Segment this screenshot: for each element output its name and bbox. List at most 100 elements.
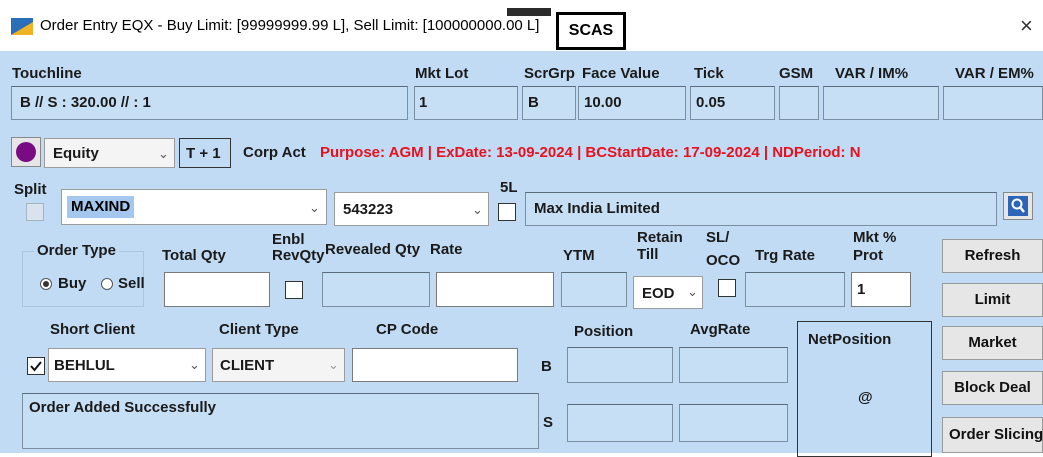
oco-label: OCO (706, 252, 741, 269)
order-entry-panel: Touchline Mkt Lot ScrGrp Face Value Tick… (0, 51, 1043, 457)
short-client-select[interactable]: BEHLUL ⌄ (48, 348, 206, 382)
chevron-down-icon: ⌄ (328, 357, 339, 372)
revealed-qty-input[interactable] (322, 272, 430, 307)
scrip-code-value: 543223 (343, 201, 394, 218)
retain-label: Retain (637, 229, 683, 246)
varem-label: VAR / EM% (955, 65, 1034, 82)
buy-position-field (567, 347, 673, 383)
window-title: Order Entry EQX - Buy Limit: [99999999.9… (40, 17, 540, 34)
touchline-label: Touchline (12, 65, 82, 82)
enbl-revqty-checkbox[interactable] (285, 281, 303, 299)
mktlot-label: Mkt Lot (415, 65, 469, 82)
buy-position-label: B (541, 358, 552, 375)
close-icon[interactable]: × (1020, 13, 1033, 39)
fivel-label: 5L (500, 179, 518, 196)
total-qty-input[interactable] (164, 272, 270, 307)
split-label: Split (14, 181, 47, 198)
limit-button[interactable]: Limit (942, 283, 1043, 317)
cp-code-label: CP Code (376, 321, 439, 338)
segment-value: Equity (53, 145, 99, 162)
settlement-field: T + 1 (179, 138, 231, 168)
position-label: Position (574, 323, 634, 340)
sell-avgrate-field (679, 404, 788, 442)
varim-field (823, 86, 939, 120)
trg-rate-label: Trg Rate (755, 247, 816, 264)
client-type-select[interactable]: CLIENT ⌄ (212, 348, 345, 382)
symbol-select[interactable]: MAXIND ⌄ (61, 189, 327, 225)
cp-code-input[interactable] (352, 348, 518, 382)
chevron-down-icon: ⌄ (687, 284, 698, 299)
split-checkbox[interactable] (26, 203, 44, 221)
till-label: Till (637, 246, 659, 263)
scrgrp-label: ScrGrp (524, 65, 575, 82)
chevron-down-icon: ⌄ (158, 146, 169, 161)
enbl-label: Enbl (272, 231, 305, 248)
tick-label: Tick (694, 65, 724, 82)
client-type-label: Client Type (219, 321, 299, 338)
refresh-button[interactable]: Refresh (942, 239, 1043, 273)
corpact-label: Corp Act (243, 144, 306, 161)
settlement-value: T + 1 (186, 145, 221, 162)
status-message-box: Order Added Successfully (22, 393, 539, 449)
chevron-down-icon: ⌄ (309, 200, 320, 215)
net-position-value: @ (858, 389, 873, 406)
sl-label: SL/ (706, 229, 730, 246)
order-slicing-button-label: Order Slicing (949, 426, 1043, 443)
market-button-label: Market (968, 334, 1017, 351)
retain-till-value: EOD (642, 285, 675, 302)
company-field: Max India Limited (525, 192, 997, 226)
sell-radio[interactable] (101, 278, 113, 290)
facevalue-label: Face Value (582, 65, 660, 82)
short-client-checkbox[interactable] (27, 357, 45, 375)
varem-field (943, 86, 1043, 120)
prot-label: Prot (853, 247, 883, 264)
chevron-down-icon: ⌄ (472, 202, 483, 217)
trg-rate-input[interactable] (745, 272, 845, 307)
limit-button-label: Limit (974, 291, 1011, 308)
mkt-prot-value: 1 (857, 281, 866, 298)
block-deal-button[interactable]: Block Deal (942, 371, 1043, 405)
rate-input[interactable] (436, 272, 554, 307)
tick-value: 0.05 (696, 94, 726, 111)
touchline-field: B // S : 320.00 // : 1 (11, 86, 408, 120)
gsm-field (779, 86, 819, 120)
order-slicing-button[interactable]: Order Slicing (942, 417, 1043, 453)
short-client-label: Short Client (50, 321, 135, 338)
status-message: Order Added Successfully (29, 399, 217, 416)
revealed-qty-label: Revealed Qty (325, 241, 421, 258)
sloco-checkbox[interactable] (718, 279, 736, 297)
market-button[interactable]: Market (942, 326, 1043, 360)
rate-label: Rate (430, 241, 463, 258)
buy-avgrate-field (679, 347, 788, 383)
status-indicator-button[interactable] (11, 137, 41, 167)
search-button[interactable] (1003, 192, 1033, 220)
title-bar: Order Entry EQX - Buy Limit: [99999999.9… (0, 0, 1043, 50)
net-position-panel: NetPosition @ (797, 321, 932, 457)
gsm-label: GSM (779, 65, 814, 82)
client-type-value: CLIENT (220, 357, 275, 374)
mktprot-label: Mkt % (853, 229, 897, 246)
buy-label: Buy (58, 275, 87, 292)
facevalue-field: 10.00 (578, 86, 686, 120)
mkt-prot-input[interactable]: 1 (851, 272, 911, 307)
retain-till-select[interactable]: EOD ⌄ (633, 276, 703, 309)
mktlot-value: 1 (419, 94, 428, 111)
buy-radio[interactable] (40, 278, 52, 290)
order-type-label: Order Type (34, 242, 119, 259)
tick-field: 0.05 (690, 86, 775, 120)
chevron-down-icon: ⌄ (189, 357, 200, 372)
short-client-value: BEHLUL (54, 357, 115, 374)
title-overlay-mark (507, 8, 551, 16)
checkmark-icon (30, 361, 42, 372)
scrip-code-select[interactable]: 543223 ⌄ (334, 192, 489, 226)
total-qty-label: Total Qty (162, 247, 226, 264)
facevalue-value: 10.00 (584, 94, 622, 111)
segment-select[interactable]: Equity ⌄ (44, 138, 175, 168)
sell-position-field (567, 404, 673, 442)
fivel-checkbox[interactable] (498, 203, 516, 221)
revqty-label: RevQty (272, 247, 325, 264)
net-position-label: NetPosition (808, 331, 892, 348)
avgrate-label: AvgRate (690, 321, 751, 338)
ytm-input[interactable] (561, 272, 627, 307)
scrgrp-value: B (528, 94, 539, 111)
